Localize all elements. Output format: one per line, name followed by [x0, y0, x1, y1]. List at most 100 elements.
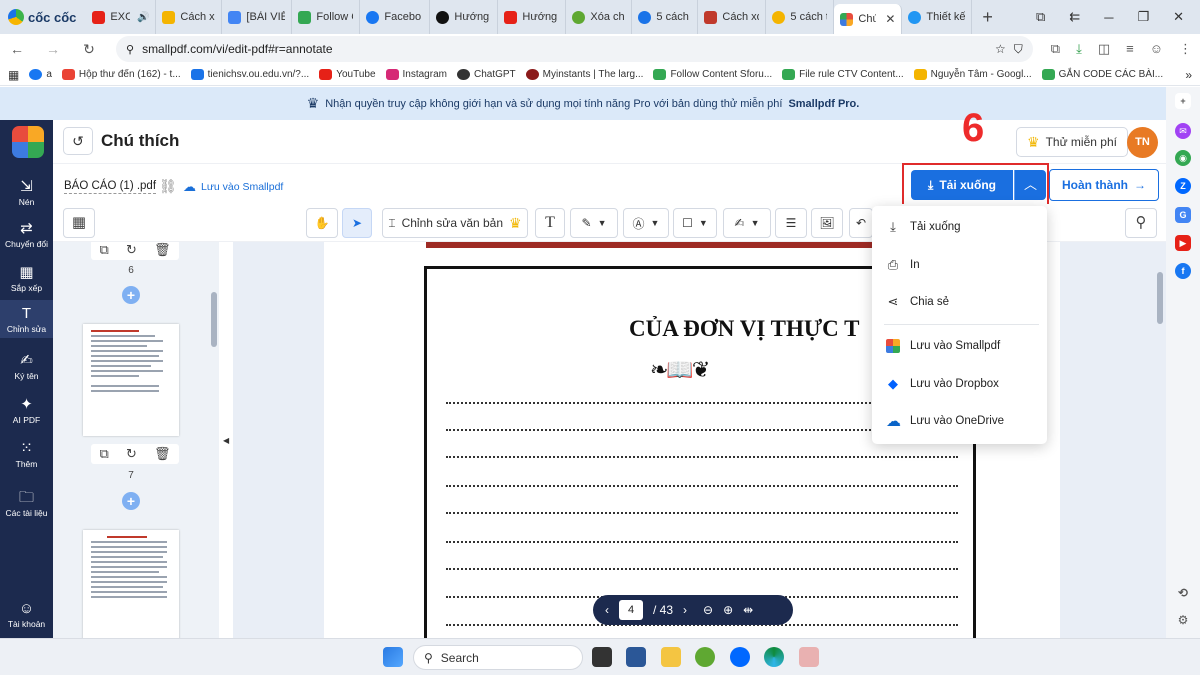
menu-item-save-onedrive[interactable]: ☁ Lưu vào OneDrive — [886, 411, 1004, 431]
rail-item-compress[interactable]: ⇲ Nén — [0, 176, 53, 210]
image-icon[interactable]: 🖼 — [811, 208, 843, 238]
collapse-panel-icon[interactable]: ◀ — [223, 436, 229, 445]
tab-smallpdf-active[interactable]: Chú ✕ — [834, 4, 903, 34]
duplicate-icon[interactable]: ⧉ — [100, 242, 109, 258]
finish-button[interactable]: Hoàn thành → — [1049, 169, 1159, 201]
site-info-icon[interactable]: ⚲ — [126, 43, 134, 56]
thumbnail-scrollbar[interactable] — [211, 292, 217, 347]
trash-icon[interactable]: 🗑 — [154, 242, 171, 258]
bookmark-item[interactable]: Follow Content Sforu... — [653, 69, 772, 80]
shape-tool[interactable]: ☐ ▼ — [673, 208, 717, 238]
unlink-icon[interactable]: ⛓ — [159, 178, 177, 195]
tab-cach-xoa-2[interactable]: Cách xó — [698, 0, 767, 34]
messenger-icon[interactable]: ✉ — [1175, 123, 1191, 139]
rotate-icon[interactable]: ↻ — [126, 242, 137, 258]
page-number-input[interactable]: 4 — [619, 600, 643, 620]
more-bookmarks-icon[interactable]: » — [1185, 68, 1192, 82]
menu-item-share[interactable]: ⋖ Chia sẻ — [886, 292, 949, 312]
tab-xoa-chu[interactable]: Xóa chữ — [566, 0, 633, 34]
zalo-icon[interactable]: Z — [1175, 178, 1191, 194]
translate-icon[interactable]: G — [1175, 207, 1191, 223]
search-icon[interactable]: ⚲ — [1125, 208, 1157, 238]
download-button[interactable]: ⤓ Tải xuống — [911, 170, 1013, 200]
coccoc-taskbar-icon[interactable] — [695, 647, 715, 667]
add-page-icon[interactable]: + — [122, 492, 140, 510]
back-arrow-icon[interactable]: ← — [8, 41, 26, 57]
zoom-out-icon[interactable]: ⊖ — [703, 603, 713, 617]
windows-start-icon[interactable] — [383, 647, 403, 667]
rail-item-ai-pdf[interactable]: ✦ AI PDF — [0, 394, 53, 428]
taskbar-search[interactable]: ⚲ Search — [413, 645, 583, 670]
coccoc-brand[interactable]: cốc cốc — [0, 0, 86, 34]
bookmark-item[interactable]: Hộp thư đến (162) - t... — [61, 69, 181, 80]
try-free-button[interactable]: ♛ Thử miễn phí — [1016, 127, 1128, 157]
next-page-icon[interactable]: › — [683, 603, 687, 617]
restore-icon[interactable]: ❐ — [1137, 9, 1149, 25]
tab-huong-1[interactable]: Hướng — [430, 0, 499, 34]
tab-huong-2[interactable]: Hướng — [498, 0, 567, 34]
history-icon[interactable]: ⟲ — [1175, 585, 1191, 601]
rail-item-edit[interactable]: T Chỉnh sửa — [0, 300, 53, 338]
sign-tool[interactable]: ✍ ▼ — [723, 208, 771, 238]
edge-icon[interactable] — [764, 647, 784, 667]
select-cursor-icon[interactable]: ➤ — [342, 208, 372, 238]
bookmark-item[interactable]: a — [29, 69, 52, 80]
rail-item-convert[interactable]: ⇄ Chuyển đổi — [0, 218, 53, 252]
bookmark-item[interactable]: ChatGPT — [456, 69, 516, 80]
tab-5-cach-1[interactable]: 5 cách x — [632, 0, 699, 34]
split-view-icon[interactable]: ◫ — [1098, 41, 1110, 57]
game-icon[interactable]: ◉ — [1175, 150, 1191, 166]
bookmark-item[interactable]: Myinstants | The larg... — [525, 69, 643, 80]
tab-facebook[interactable]: Facebo — [360, 0, 431, 34]
apps-grid-icon[interactable]: ▦ — [8, 68, 19, 82]
shield-icon[interactable]: ⛉ — [1014, 42, 1023, 57]
tab-thiet-ke[interactable]: Thiết kế — [902, 0, 973, 34]
menu-item-download[interactable]: ⤓ Tải xuống — [886, 217, 960, 237]
text-tool-icon[interactable]: T — [535, 208, 565, 238]
save-to-smallpdf-link[interactable]: ☁ Lưu vào Smallpdf — [183, 179, 283, 195]
add-page-icon[interactable]: + — [122, 286, 140, 304]
menu-icon[interactable]: ⋮ — [1179, 41, 1192, 57]
tab-bai-viet[interactable]: [BÀI VIẾ — [222, 0, 293, 34]
facebook-icon[interactable]: f — [1175, 263, 1191, 279]
minimize-icon[interactable]: ─ — [1104, 10, 1113, 25]
tab-5-cach-2[interactable]: 5 cách t — [766, 0, 835, 34]
sidebar-toggle-icon[interactable]: ⇇ — [1069, 9, 1080, 25]
form-field-icon[interactable]: ☰ — [775, 208, 807, 238]
youtube-icon[interactable]: ▶ — [1175, 235, 1191, 251]
rail-item-sign[interactable]: ✍ Ký tên — [0, 350, 53, 384]
bookmark-item[interactable]: File rule CTV Content... — [782, 69, 904, 80]
reload-icon[interactable]: ↻ — [80, 41, 98, 58]
extensions-icon[interactable]: ⧉ — [1051, 41, 1060, 57]
close-window-icon[interactable]: ✕ — [1173, 9, 1184, 25]
rail-item-account[interactable]: ☺ Tài khoản — [0, 598, 53, 632]
avatar[interactable]: TN — [1127, 127, 1158, 158]
menu-item-save-dropbox[interactable]: ◆ Lưu vào Dropbox — [886, 374, 999, 394]
store-icon[interactable] — [626, 647, 646, 667]
bookmark-star-icon[interactable]: ☆ — [995, 42, 1006, 56]
url-field[interactable]: ⚲ smallpdf.com/vi/edit-pdf#r=annotate ☆ … — [116, 36, 1033, 62]
bookmark-item[interactable]: GẮN CODE CÁC BÀI... — [1041, 69, 1163, 80]
pen-tool[interactable]: ✎ ▼ — [570, 208, 618, 238]
tab-cach-xoa-1[interactable]: Cách xó — [156, 0, 223, 34]
file-name[interactable]: BÁO CÁO (1) .pdf — [64, 180, 157, 194]
zoom-in-icon[interactable]: ⊕ — [723, 603, 733, 617]
page-thumbnail[interactable] — [83, 324, 179, 436]
rail-item-organize[interactable]: ▦ Sắp xếp — [0, 262, 53, 296]
close-tab-icon[interactable]: ✕ — [885, 12, 895, 26]
smallpdf-logo-icon[interactable] — [12, 126, 44, 158]
snipping-tool-icon[interactable] — [799, 647, 819, 667]
tab-exo[interactable]: EXO 🔊 — [86, 0, 157, 34]
trash-icon[interactable]: 🗑 — [154, 446, 171, 462]
duplicate-icon[interactable]: ⧉ — [100, 446, 109, 462]
undo-back-button[interactable]: ↺ — [63, 127, 93, 155]
zalo-taskbar-icon[interactable] — [730, 647, 750, 667]
bookmark-item[interactable]: tienichsv.ou.edu.vn/?... — [190, 69, 309, 80]
menu-item-print[interactable]: ⎙ In — [886, 255, 920, 275]
forward-arrow-icon[interactable]: → — [44, 41, 62, 57]
playlist-icon[interactable]: ≡ — [1126, 41, 1134, 57]
undo-icon[interactable]: ↶ — [849, 208, 873, 238]
settings-gear-icon[interactable]: ⚙ — [1175, 612, 1191, 628]
hand-tool-icon[interactable]: ✋ — [306, 208, 338, 238]
task-view-icon[interactable] — [592, 647, 612, 667]
